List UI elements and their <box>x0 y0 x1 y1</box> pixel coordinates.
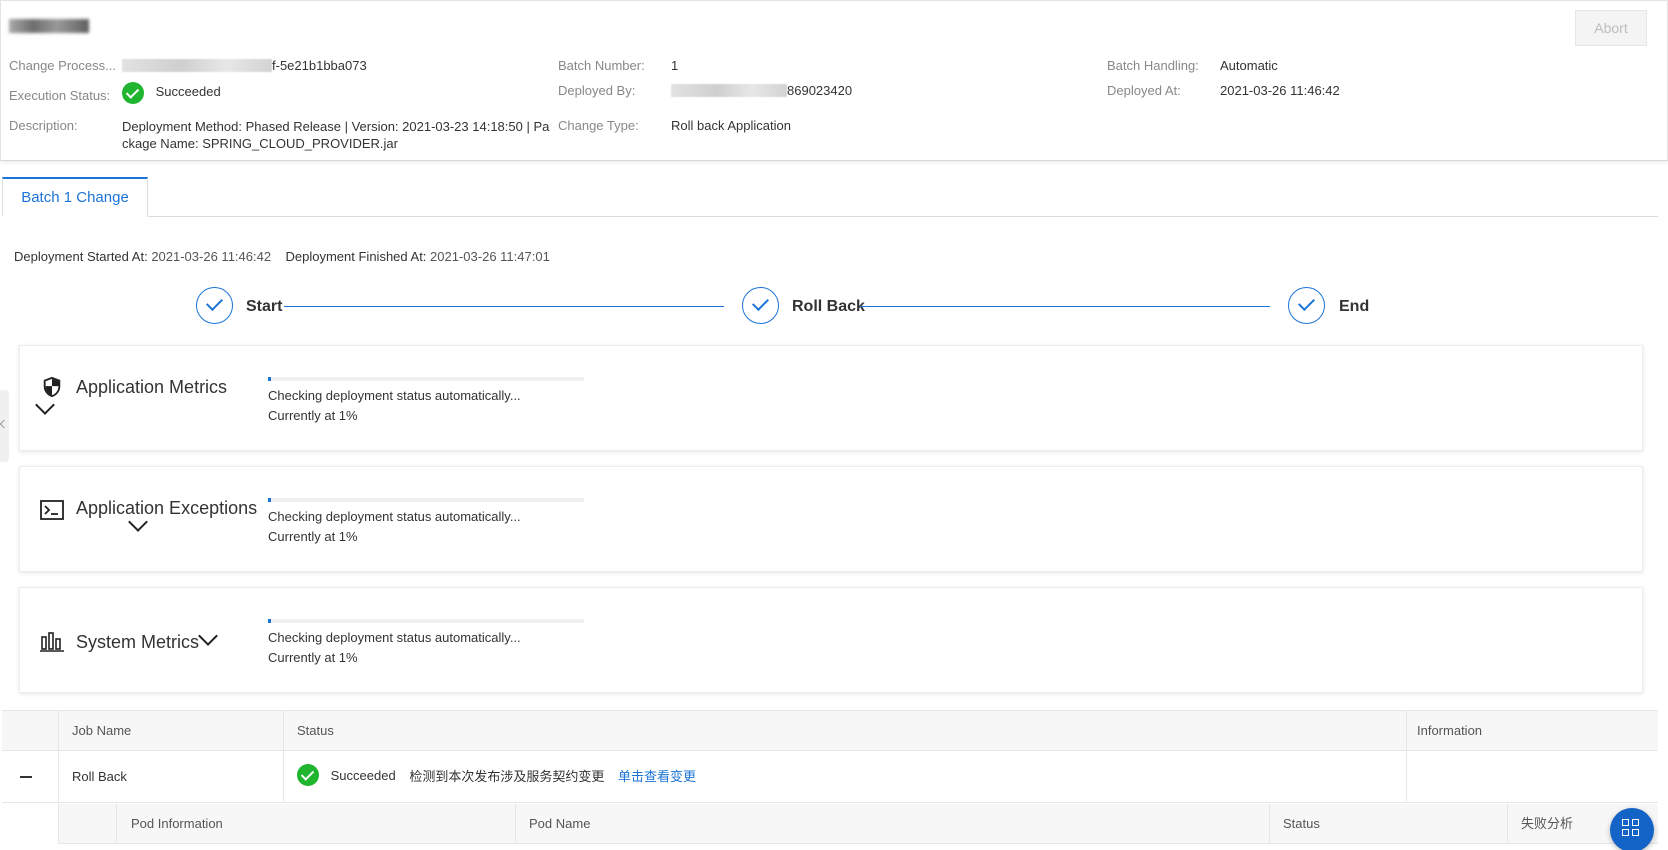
batch-number-label: Batch Number: <box>558 58 645 73</box>
deployed-at-label: Deployed At: <box>1107 83 1181 98</box>
deployed-by-value: 869023420 <box>671 83 852 98</box>
finished-label: Deployment Finished At: <box>285 249 427 264</box>
deployment-steps: Start Roll Back End <box>196 287 1386 327</box>
deployed-by-label: Deployed By: <box>558 83 636 98</box>
chevron-down-icon[interactable] <box>198 626 218 646</box>
progress-percent: Currently at 1% <box>268 650 358 665</box>
card-title: Application Metrics <box>76 377 228 397</box>
column-divider <box>1507 804 1508 844</box>
table-row: Roll Back Succeeded 检测到本次发布涉及服务契约变更 单击查看… <box>2 751 1658 803</box>
job-status: Succeeded 检测到本次发布涉及服务契约变更 单击查看变更 <box>297 764 696 786</box>
execution-status-label: Execution Status: <box>9 88 111 103</box>
change-header: Abort Change Process... f-5e21b1bba073 E… <box>0 0 1668 161</box>
progress-bar <box>268 377 584 381</box>
batch-tabs: Batch 1 Change <box>2 177 1658 217</box>
th-status: Status <box>297 723 334 738</box>
execution-status: Succeeded <box>122 82 221 104</box>
batch-number-value: 1 <box>671 58 679 73</box>
job-status-text: Succeeded <box>330 767 396 783</box>
bar-chart-icon <box>40 632 64 652</box>
success-check-icon <box>122 82 144 104</box>
table-header: Job Name Status Information <box>2 711 1658 751</box>
progress-percent: Currently at 1% <box>268 408 358 423</box>
execution-status-value: Succeeded <box>155 84 221 100</box>
th-pod-status: Status <box>1283 816 1320 831</box>
change-type-label: Change Type: <box>558 118 639 133</box>
card-title: System Metrics <box>76 632 200 652</box>
deployment-times: Deployment Started At: 2021-03-26 11:46:… <box>14 249 550 264</box>
step-rollback-check-icon <box>742 287 779 324</box>
side-collapse-handle[interactable] <box>0 390 9 462</box>
description-label: Description: <box>9 118 78 133</box>
column-divider <box>1269 804 1270 844</box>
batch-handling-value: Automatic <box>1220 58 1278 73</box>
th-job-name: Job Name <box>72 723 132 738</box>
progress-status: Checking deployment status automatically… <box>268 509 521 524</box>
progress-status: Checking deployment status automatically… <box>268 630 521 645</box>
progress-fill <box>268 377 272 381</box>
success-check-icon <box>297 764 319 786</box>
abort-button[interactable]: Abort <box>1575 10 1647 46</box>
redacted-mask <box>122 59 272 72</box>
chevron-down-icon[interactable] <box>35 395 55 415</box>
redacted-mask <box>671 84 787 97</box>
started-label: Deployment Started At: <box>14 249 148 264</box>
redacted-title <box>9 19 89 33</box>
card-title: Application Exceptions <box>76 498 258 518</box>
th-failure-analysis: 失败分析 <box>1521 816 1574 831</box>
step-start-label: Start <box>246 298 283 315</box>
batch-handling-label: Batch Handling: <box>1107 58 1199 73</box>
column-divider <box>515 804 516 844</box>
job-status-message: 检测到本次发布涉及服务契约变更 <box>409 768 605 784</box>
progress-percent: Currently at 1% <box>268 529 358 544</box>
collapse-row-icon[interactable] <box>20 776 32 778</box>
progress-fill <box>268 498 272 502</box>
progress-fill <box>268 619 272 623</box>
job-name: Roll Back <box>72 769 127 784</box>
view-changes-link[interactable]: 单击查看变更 <box>618 769 696 784</box>
progress-bar <box>268 498 584 502</box>
terminal-icon <box>40 500 64 520</box>
progress-status: Checking deployment status automatically… <box>268 388 521 403</box>
step-start-check-icon <box>196 287 233 324</box>
th-information: Information <box>1417 723 1483 738</box>
pod-table-header: Pod Information Pod Name Status 失败分析 <box>58 804 1658 844</box>
change-process-value: f-5e21b1bba073 <box>122 58 367 73</box>
progress-bar <box>268 619 584 623</box>
card-application-metrics: Application Metrics Checking deployment … <box>19 345 1643 451</box>
step-rollback-label: Roll Back <box>792 298 865 315</box>
description-value: Deployment Method: Phased Release | Vers… <box>122 119 550 151</box>
tab-batch-1-change[interactable]: Batch 1 Change <box>2 177 148 217</box>
step-connector <box>284 306 724 307</box>
change-type-value: Roll back Application <box>671 118 791 133</box>
step-end-label: End <box>1339 298 1370 315</box>
th-pod-information: Pod Information <box>131 816 223 831</box>
started-value: 2021-03-26 11:46:42 <box>151 249 272 264</box>
jobs-table: Job Name Status Information Roll Back Su… <box>2 710 1658 850</box>
finished-value: 2021-03-26 11:47:01 <box>430 249 550 264</box>
column-divider <box>116 804 117 844</box>
card-application-exceptions: Application Exceptions Checking deployme… <box>19 466 1643 572</box>
deployed-at-value: 2021-03-26 11:46:42 <box>1220 83 1340 98</box>
step-end-check-icon <box>1288 287 1325 324</box>
change-process-label: Change Process... <box>9 58 116 73</box>
th-pod-name: Pod Name <box>529 816 591 831</box>
apps-grid-icon[interactable] <box>1610 808 1654 850</box>
step-connector <box>860 306 1270 307</box>
page-title <box>9 13 89 37</box>
card-system-metrics: System Metrics Checking deployment statu… <box>19 587 1643 693</box>
